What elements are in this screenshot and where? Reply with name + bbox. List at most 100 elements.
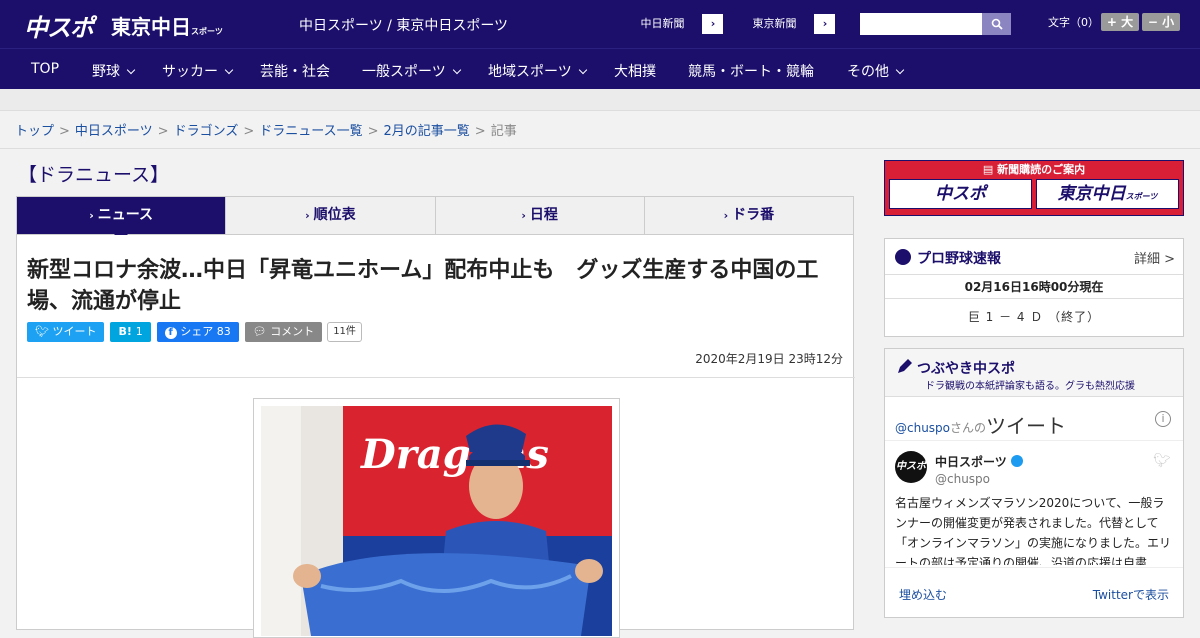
author-name[interactable]: 中日スポーツ	[935, 453, 1023, 470]
breadcrumb-news-list[interactable]: ドラニュース一覧	[259, 124, 362, 139]
nav-item-entertainment[interactable]: 芸能・社会	[260, 61, 330, 81]
score-timestamp: 02月16日16時00分現在	[885, 275, 1183, 299]
nav-label: 野球	[92, 64, 120, 80]
nav-label: 芸能・社会	[260, 64, 330, 80]
nav-label: TOP	[31, 61, 60, 77]
tab-dora-ban[interactable]: › ドラ番	[645, 197, 853, 234]
nav-label: 競馬・ボート・競輪	[688, 64, 814, 80]
breadcrumb-top[interactable]: トップ	[15, 124, 54, 139]
tweets-handle-link[interactable]: @chuspo	[895, 421, 950, 435]
baseball-widget-title: プロ野球速報	[917, 251, 1001, 267]
nav-item-sumo[interactable]: 大相撲	[614, 61, 656, 81]
chevron-down-icon	[452, 65, 461, 75]
nav-item-top[interactable]: TOP	[31, 61, 59, 77]
breadcrumb-separator: >	[157, 124, 169, 139]
twitter-bird-icon: 🐦︎	[35, 325, 49, 338]
tweets-heading-title: ツイート	[986, 414, 1067, 438]
tab-standings[interactable]: › 順位表	[226, 197, 436, 234]
tokyo-chunichi-logo[interactable]: 東京中日スポーツ	[111, 11, 223, 40]
chevron-down-icon	[126, 65, 136, 75]
nav-item-local-sports[interactable]: 地域スポーツ	[488, 61, 587, 81]
facebook-icon: f	[164, 327, 177, 339]
embed-link[interactable]: 埋め込む	[899, 586, 947, 603]
chevron-right-icon: ›	[521, 209, 526, 222]
breadcrumb-chunichi-sports[interactable]: 中日スポーツ	[75, 124, 153, 139]
site-title[interactable]: 中日スポーツ / 東京中日スポーツ	[299, 15, 508, 35]
nav-item-other[interactable]: その他	[847, 61, 905, 81]
tokyo-chunichi-subscription-small: スポーツ	[1125, 192, 1158, 201]
ad-band	[0, 89, 1200, 111]
comment-count[interactable]: 11件	[327, 322, 362, 342]
font-smaller-button[interactable]: − 小	[1142, 13, 1180, 31]
subscription-caption: ▤ 新聞購読のご案内	[885, 161, 1183, 179]
tab-label: 日程	[529, 207, 558, 223]
speech-bubble-icon: 💬︎	[252, 325, 267, 338]
search-input[interactable]	[860, 13, 982, 35]
nav-label: 大相撲	[614, 64, 656, 80]
article-photo[interactable]: Dragons	[253, 398, 620, 638]
chunichi-shimbun-label: 中日新聞	[623, 14, 703, 34]
game-score[interactable]: 巨 1 － 4 Ｄ （終了）	[885, 299, 1183, 335]
comment-label: コメント	[270, 325, 315, 338]
chevron-right-icon: ›	[305, 209, 310, 222]
search-button[interactable]	[982, 13, 1011, 35]
subscription-banner[interactable]: ▤ 新聞購読のご案内 中スポ 東京中日スポーツ	[884, 160, 1184, 216]
article-date: 2020年2月19日 23時12分	[695, 352, 843, 366]
nav-label: 地域スポーツ	[488, 64, 572, 80]
chevron-down-icon	[895, 65, 905, 75]
verified-badge-icon	[1010, 455, 1023, 467]
comment-button[interactable]: 💬︎ コメント	[244, 322, 323, 342]
chevron-down-icon	[578, 65, 587, 75]
hatena-bookmark-button[interactable]: B! 1	[110, 322, 151, 342]
nav-item-soccer[interactable]: サッカー	[162, 61, 234, 81]
view-on-twitter-link[interactable]: Twitterで表示	[1093, 586, 1169, 603]
breadcrumb-dragons[interactable]: ドラゴンズ	[174, 124, 239, 139]
facebook-share-button[interactable]: f シェア 83	[156, 322, 239, 342]
chevron-down-icon	[224, 65, 234, 75]
author-name-text: 中日スポーツ	[935, 455, 1007, 469]
tokyo-logo-text: 東京中日	[111, 15, 191, 39]
subscription-logos: 中スポ 東京中日スポーツ	[885, 179, 1183, 209]
chunichi-shimbun-link[interactable]: 中日新聞 ›	[622, 13, 724, 35]
baseball-details-link[interactable]: 詳細 >	[1134, 248, 1175, 267]
avatar[interactable]: 中スポ	[895, 451, 927, 483]
font-larger-button[interactable]: + 大	[1101, 13, 1139, 31]
breadcrumb-separator: >	[474, 124, 486, 139]
nav-item-racing[interactable]: 競馬・ボート・競輪	[688, 61, 814, 81]
tab-schedule[interactable]: › 日程	[436, 197, 645, 234]
hatena-icon: B!	[118, 325, 132, 338]
chuspo-logo[interactable]: 中スポ	[24, 8, 94, 43]
tweet-text: 名古屋ウィメンズマラソン2020について、一般ランナーの開催変更が発表されました…	[895, 496, 1172, 565]
breadcrumb-separator: >	[367, 124, 379, 139]
baseball-scores-widget: プロ野球速報 詳細 > 02月16日16時00分現在 巨 1 － 4 Ｄ （終了…	[884, 238, 1184, 337]
pen-icon	[895, 358, 913, 380]
tokyo-shimbun-label: 東京新聞	[735, 14, 815, 34]
breadcrumb-february[interactable]: 2月の記事一覧	[384, 124, 470, 139]
info-icon[interactable]: i	[1155, 411, 1171, 427]
tab-label: ニュース	[97, 207, 154, 223]
chuspo-subscription-logo[interactable]: 中スポ	[889, 179, 1032, 209]
tab-label: 順位表	[313, 207, 356, 223]
dragons-tabs: › ニュース › 順位表 › 日程 › ドラ番	[16, 196, 854, 241]
tweets-heading: @chuspoさんのツイート i	[885, 397, 1183, 441]
tab-news[interactable]: › ニュース	[17, 197, 227, 241]
facebook-count: 83	[216, 325, 231, 338]
main-nav: TOP 野球 サッカー 芸能・社会 一般スポーツ 地域スポーツ 大相撲 競馬・ボ…	[0, 48, 1200, 89]
tokyo-chunichi-subscription-logo[interactable]: 東京中日スポーツ	[1036, 179, 1179, 209]
tokyo-chunichi-subscription-text: 東京中日	[1057, 184, 1126, 204]
nav-label: 一般スポーツ	[362, 64, 446, 80]
hatena-count: 1	[135, 325, 143, 338]
author-handle[interactable]: @chuspo	[935, 472, 990, 486]
chevron-right-icon: ›	[703, 14, 723, 34]
nav-label: その他	[847, 64, 889, 80]
twitter-bird-icon[interactable]: 🐦︎	[1153, 453, 1171, 469]
nav-item-general-sports[interactable]: 一般スポーツ	[362, 61, 461, 81]
nav-item-baseball[interactable]: 野球	[92, 61, 136, 81]
subscription-caption-text: 新聞購読のご案内	[997, 163, 1086, 176]
breadcrumb-separator: >	[243, 124, 255, 139]
tweet-widget-title: つぶやき中スポ	[917, 361, 1015, 377]
tweet-button[interactable]: 🐦︎ ツイート	[27, 322, 105, 342]
widget-header: つぶやき中スポ ドラ観戦の本紙評論家も語る。グラも熱烈応援	[885, 349, 1183, 397]
chevron-right-icon: ›	[89, 209, 94, 222]
tokyo-shimbun-link[interactable]: 東京新聞 ›	[734, 13, 836, 35]
